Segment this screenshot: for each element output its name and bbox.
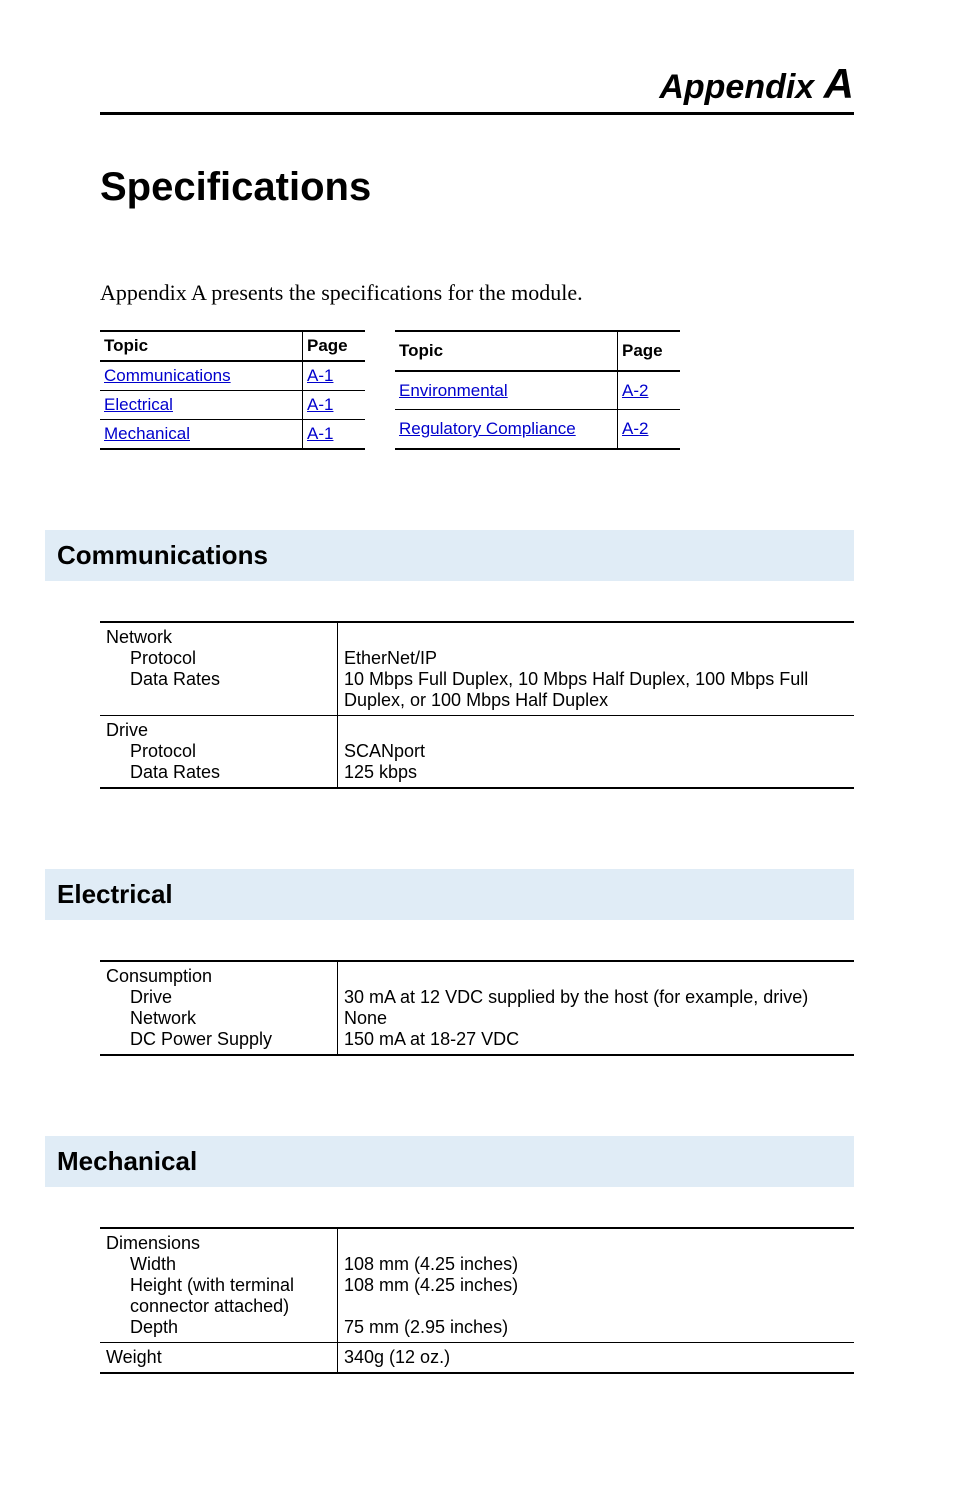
row-label: Drive — [106, 720, 331, 741]
row-value: SCANport — [344, 741, 848, 762]
row-label: Network — [106, 627, 331, 648]
table-row: Weight 340g (12 oz.) — [100, 1343, 854, 1374]
table-row: Dimensions Width Height (with terminal c… — [100, 1228, 854, 1343]
table-row: Environmental A-2 — [395, 371, 680, 410]
row-sublabel: Drive — [106, 987, 331, 1008]
page-title: Specifications — [100, 165, 854, 210]
col-header-topic: Topic — [100, 331, 303, 361]
appendix-letter: A — [824, 60, 854, 107]
topic-link-communications[interactable]: Communications — [104, 366, 231, 385]
table-row: Drive Protocol Data Rates SCANport 125 k… — [100, 716, 854, 789]
col-header-page: Page — [303, 331, 366, 361]
appendix-prefix: Appendix — [659, 68, 823, 106]
communications-table: Network Protocol Data Rates EtherNet/IP … — [100, 621, 854, 789]
section-heading-electrical: Electrical — [45, 869, 854, 920]
page-link[interactable]: A-1 — [307, 366, 333, 385]
row-sublabel: Data Rates — [106, 669, 331, 690]
row-sublabel: DC Power Supply — [106, 1029, 331, 1050]
row-label: Dimensions — [106, 1233, 331, 1254]
table-row: Consumption Drive Network DC Power Suppl… — [100, 961, 854, 1055]
row-value: 75 mm (2.95 inches) — [344, 1317, 848, 1338]
topic-link-electrical[interactable]: Electrical — [104, 395, 173, 414]
row-value: 10 Mbps Full Duplex, 10 Mbps Half Duplex… — [344, 669, 848, 711]
section-heading-communications: Communications — [45, 530, 854, 581]
row-sublabel: Network — [106, 1008, 331, 1029]
row-value: 108 mm (4.25 inches) — [344, 1275, 848, 1296]
table-row: Electrical A-1 — [100, 391, 365, 420]
electrical-table: Consumption Drive Network DC Power Suppl… — [100, 960, 854, 1056]
row-value: 108 mm (4.25 inches) — [344, 1254, 848, 1275]
row-value: 125 kbps — [344, 762, 848, 783]
row-label: Weight — [106, 1347, 331, 1368]
topic-table-left: Topic Page Communications A-1 Electrical… — [100, 330, 365, 450]
page-link[interactable]: A-1 — [307, 395, 333, 414]
row-value: None — [344, 1008, 848, 1029]
row-value: 30 mA at 12 VDC supplied by the host (fo… — [344, 987, 848, 1008]
heading-text: Communications — [57, 540, 844, 571]
page: Appendix A Specifications Appendix A pre… — [0, 0, 954, 1487]
heading-text: Mechanical — [57, 1146, 844, 1177]
row-sublabel: Depth — [106, 1317, 331, 1338]
section-heading-mechanical: Mechanical — [45, 1136, 854, 1187]
row-label: Consumption — [106, 966, 331, 987]
topic-link-environmental[interactable]: Environmental — [399, 381, 508, 400]
row-value: 150 mA at 18-27 VDC — [344, 1029, 848, 1050]
row-sublabel: Height (with terminal connector attached… — [106, 1275, 331, 1317]
topic-link-mechanical[interactable]: Mechanical — [104, 424, 190, 443]
heading-text: Electrical — [57, 879, 844, 910]
topic-table-right: Topic Page Environmental A-2 Regulatory … — [395, 330, 680, 450]
table-row: Communications A-1 — [100, 361, 365, 391]
row-sublabel: Width — [106, 1254, 331, 1275]
intro-text: Appendix A presents the specifications f… — [100, 280, 854, 306]
table-row: Mechanical A-1 — [100, 420, 365, 450]
col-header-topic: Topic — [395, 331, 618, 371]
row-sublabel: Protocol — [106, 741, 331, 762]
mechanical-table: Dimensions Width Height (with terminal c… — [100, 1227, 854, 1374]
table-row: Regulatory Compliance A-2 — [395, 410, 680, 449]
row-sublabel: Data Rates — [106, 762, 331, 783]
table-row: Network Protocol Data Rates EtherNet/IP … — [100, 622, 854, 716]
row-value: EtherNet/IP — [344, 648, 848, 669]
col-header-page: Page — [618, 331, 681, 371]
appendix-header: Appendix A — [100, 60, 854, 115]
topic-link-regulatory[interactable]: Regulatory Compliance — [399, 419, 576, 438]
row-sublabel: Protocol — [106, 648, 331, 669]
page-link[interactable]: A-2 — [622, 419, 648, 438]
page-link[interactable]: A-2 — [622, 381, 648, 400]
row-value: 340g (12 oz.) — [344, 1347, 848, 1368]
page-link[interactable]: A-1 — [307, 424, 333, 443]
topic-index-tables: Topic Page Communications A-1 Electrical… — [100, 330, 854, 450]
